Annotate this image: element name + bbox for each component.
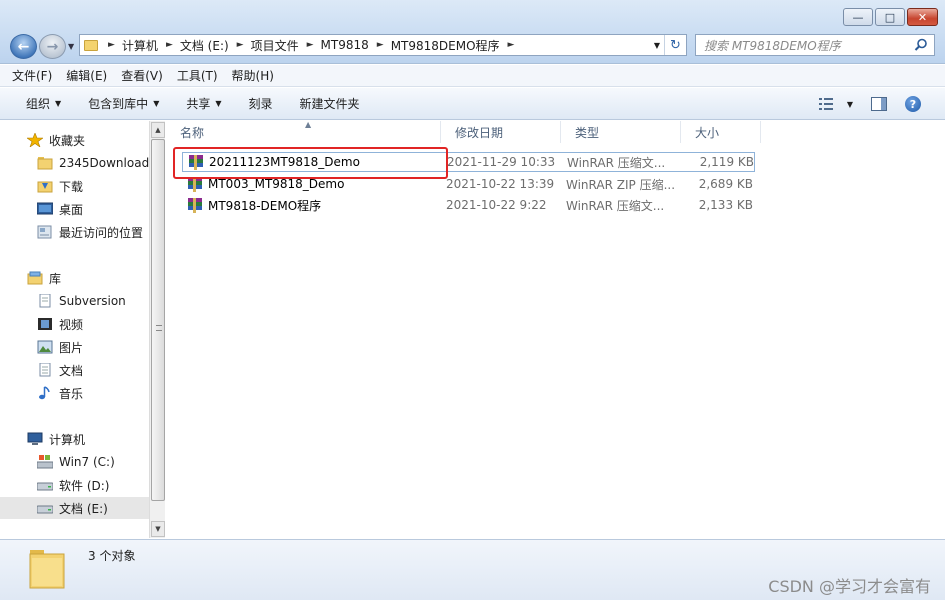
system-drive-icon: [37, 455, 53, 469]
menu-tools[interactable]: 工具(T): [177, 67, 218, 84]
red-highlight-annotation: [173, 147, 448, 179]
scroll-down-arrow-icon[interactable]: ▼: [151, 521, 165, 537]
nav-item-drive-c[interactable]: Win7 (C:): [0, 451, 149, 473]
video-icon: [38, 318, 52, 330]
nav-item-videos[interactable]: 视频: [0, 313, 149, 335]
breadcrumb-project-files[interactable]: 项目文件 ►: [251, 37, 321, 54]
breadcrumb-mt9818[interactable]: MT9818 ►: [321, 38, 391, 52]
file-list: 名称 修改日期 类型 大小 ▲ 20211123MT9818_Demo 2021…: [166, 120, 945, 538]
include-library-button[interactable]: 包含到库中 ▼: [88, 95, 159, 112]
sort-arrow-icon: ▲: [305, 120, 312, 129]
breadcrumb-computer[interactable]: 计算机 ►: [122, 37, 180, 54]
folder-icon: [29, 550, 65, 589]
menu-file[interactable]: 文件(F): [12, 67, 52, 84]
nav-item-drive-e[interactable]: 文档 (E:): [0, 497, 149, 519]
recent-pages-dropdown[interactable]: ▼: [68, 42, 74, 51]
desktop-icon: [37, 202, 53, 215]
library-icon: [27, 271, 43, 285]
recent-places-icon: [37, 225, 52, 239]
computer-icon: [27, 432, 43, 445]
command-bar: 组织 ▼ 包含到库中 ▼ 共享 ▼ 刻录 新建文件夹 ▼ ?: [0, 88, 945, 120]
window-chrome: — □ ✕ ← → ▼ ► 计算机 ► 文档 (E:) ► 项目文件 ► MT9818…: [0, 0, 945, 64]
nav-item-downloads[interactable]: 下载: [0, 175, 149, 197]
minimize-button[interactable]: —: [843, 8, 873, 26]
address-bar[interactable]: ► 计算机 ► 文档 (E:) ► 项目文件 ► MT9818 ► MT9818DEMO…: [79, 34, 687, 56]
scroll-grip: [156, 325, 162, 331]
help-icon[interactable]: ?: [905, 96, 921, 112]
maximize-button[interactable]: □: [875, 8, 905, 26]
scroll-up-arrow-icon[interactable]: ▲: [151, 122, 165, 138]
nav-item-pictures[interactable]: 图片: [0, 336, 149, 358]
column-header-size[interactable]: 大小: [681, 121, 761, 143]
window-controls: — □ ✕: [843, 8, 938, 26]
file-row[interactable]: MT9818-DEMO程序 2021-10-22 9:22 WinRAR 压缩文…: [182, 195, 753, 215]
view-dropdown-icon[interactable]: ▼: [847, 100, 853, 109]
nav-item-recent-places[interactable]: 最近访问的位置: [0, 221, 149, 243]
nav-item-music[interactable]: 音乐: [0, 382, 149, 404]
preview-pane-icon[interactable]: [871, 97, 887, 111]
menu-bar: 文件(F) 编辑(E) 查看(V) 工具(T) 帮助(H): [0, 65, 945, 87]
drive-icon: [37, 482, 53, 491]
nav-item-desktop[interactable]: 桌面: [0, 198, 149, 220]
column-header-date[interactable]: 修改日期: [441, 121, 561, 143]
nav-libraries[interactable]: 库: [0, 267, 149, 289]
close-button[interactable]: ✕: [907, 8, 938, 26]
folder-icon: [37, 157, 53, 170]
document-icon: [39, 363, 51, 377]
item-count: 3 个对象: [88, 549, 136, 563]
scroll-thumb[interactable]: [151, 139, 165, 501]
nav-computer[interactable]: 计算机: [0, 428, 149, 450]
forward-button[interactable]: →: [39, 34, 66, 59]
nav-item-documents[interactable]: 文档: [0, 359, 149, 381]
nav-item-drive-d[interactable]: 软件 (D:): [0, 474, 149, 496]
menu-help[interactable]: 帮助(H): [232, 67, 274, 84]
navigation-pane: 收藏夹 2345Downloads 下载 桌面 最近访问的位置 库 Subver…: [0, 121, 149, 538]
nav-item-subversion[interactable]: Subversion: [0, 290, 149, 312]
watermark: CSDN @学习才会富有: [768, 577, 931, 596]
refresh-icon[interactable]: ↻: [664, 35, 686, 55]
burn-button[interactable]: 刻录: [249, 95, 273, 112]
menu-edit[interactable]: 编辑(E): [66, 67, 107, 84]
menu-view[interactable]: 查看(V): [121, 67, 163, 84]
drive-icon: [37, 505, 53, 514]
download-folder-icon: [37, 181, 53, 193]
search-input[interactable]: 搜索 MT9818DEMO程序: [695, 34, 935, 56]
organize-button[interactable]: 组织 ▼: [26, 95, 61, 112]
nav-favorites[interactable]: 收藏夹: [0, 129, 149, 151]
back-button[interactable]: ←: [10, 34, 37, 59]
star-icon: [27, 133, 43, 147]
share-button[interactable]: 共享 ▼: [186, 95, 221, 112]
address-dropdown-icon[interactable]: ▼: [654, 41, 660, 50]
picture-icon: [37, 340, 53, 354]
document-library-icon: [39, 294, 51, 308]
nav-scrollbar[interactable]: ▲ ▼: [149, 121, 165, 538]
view-options-icon[interactable]: [818, 98, 833, 110]
status-bar: 3 个对象 CSDN @学习才会富有: [0, 539, 945, 600]
nav-item-2345downloads[interactable]: 2345Downloads: [0, 152, 149, 174]
breadcrumb-demo-program[interactable]: MT9818DEMO程序 ►: [391, 37, 522, 54]
search-icon[interactable]: [914, 38, 928, 52]
column-header-name[interactable]: 名称: [166, 121, 441, 143]
column-header-type[interactable]: 类型: [561, 121, 681, 143]
breadcrumb-drive-e[interactable]: 文档 (E:) ►: [180, 37, 251, 54]
column-headers: 名称 修改日期 类型 大小 ▲: [166, 120, 945, 143]
winrar-archive-icon: [188, 197, 202, 213]
folder-icon: [84, 39, 98, 51]
music-icon: [39, 386, 50, 400]
new-folder-button[interactable]: 新建文件夹: [300, 95, 360, 112]
